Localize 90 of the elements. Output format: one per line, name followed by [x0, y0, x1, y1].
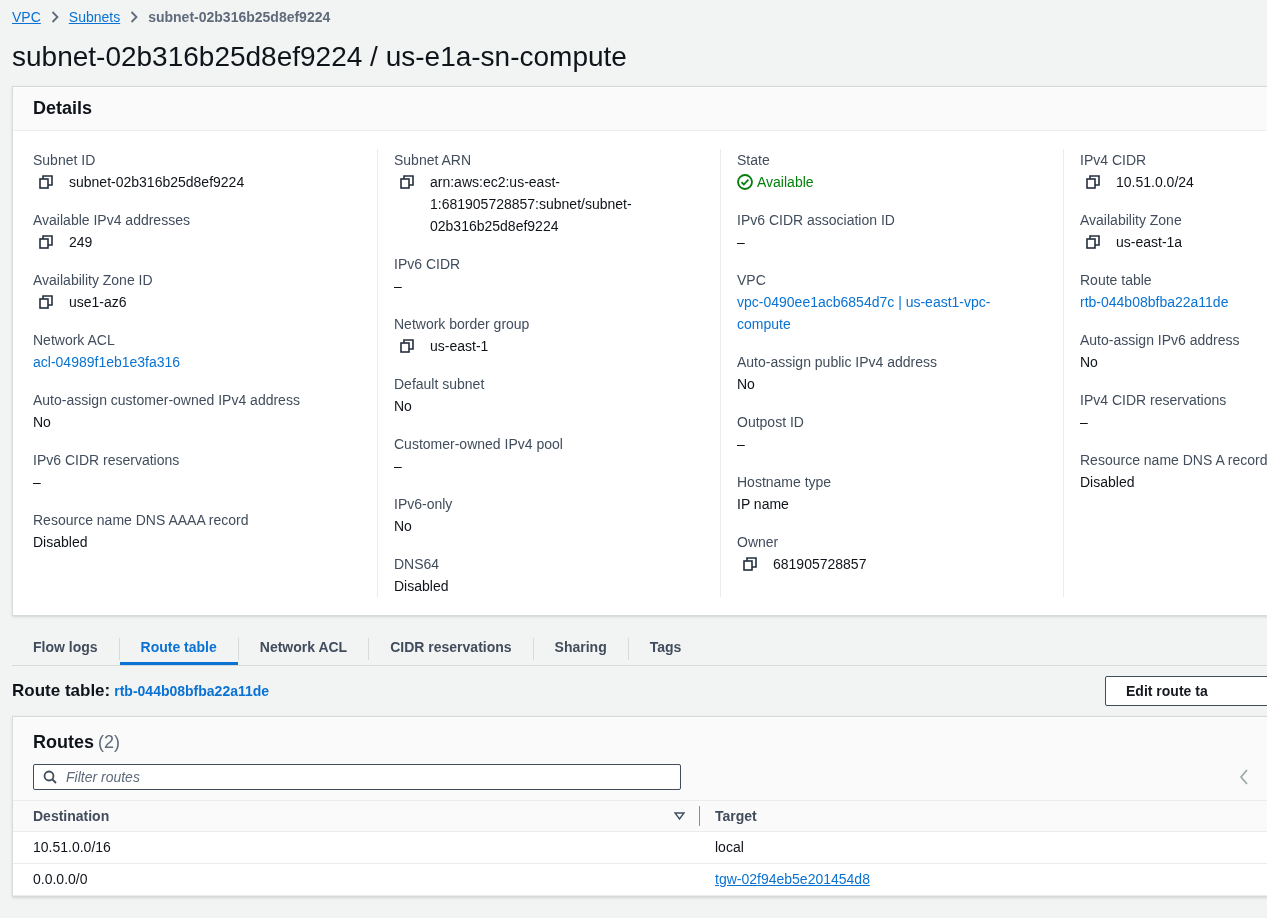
- field-value: No: [394, 397, 413, 416]
- field-value: 249: [69, 233, 94, 252]
- copy-icon[interactable]: [400, 339, 414, 353]
- section-heading: Route table:: [12, 680, 111, 703]
- panel-heading: Details: [33, 97, 93, 120]
- panel-heading: Routes: [33, 731, 94, 754]
- field-label: Resource name DNS A record: [1080, 451, 1267, 470]
- copy-icon[interactable]: [743, 557, 757, 571]
- field-label: Available IPv4 addresses: [33, 211, 191, 230]
- field-value: Disabled: [394, 577, 450, 596]
- field-label: Subnet ID: [33, 151, 97, 170]
- column-header[interactable]: Target: [715, 805, 757, 827]
- target-link[interactable]: tgw-02f94eb5e201454d8: [715, 869, 870, 890]
- field-value: us-east-1a: [1116, 233, 1184, 252]
- search-icon: [43, 770, 57, 784]
- field-value: No: [394, 517, 413, 536]
- tab[interactable]: Network ACL: [238, 633, 369, 665]
- field-label: Resource name DNS AAAA record: [33, 511, 250, 530]
- breadcrumb-link[interactable]: VPC: [12, 6, 41, 28]
- field-label: Route table: [1080, 271, 1153, 290]
- field-link[interactable]: acl-04989f1eb1e3fa316: [33, 351, 298, 373]
- field-label: Auto-assign customer-owned IPv4 address: [33, 391, 301, 410]
- filter-field[interactable]: Filter routes: [33, 764, 681, 790]
- field-label: Network border group: [394, 315, 531, 334]
- field-value: 10.51.0.0/24: [1116, 173, 1195, 192]
- breadcrumb-link[interactable]: Subnets: [68, 6, 121, 28]
- copy-icon[interactable]: [39, 235, 53, 249]
- tab[interactable]: Tags: [628, 633, 703, 665]
- chevron-right-icon: [130, 11, 139, 23]
- field-value: –: [737, 233, 746, 252]
- field-label: Subnet ARN: [394, 151, 473, 170]
- copy-icon[interactable]: [1086, 235, 1100, 249]
- check-circle-icon: [737, 174, 753, 190]
- field-value: use1-az6: [69, 293, 128, 312]
- field-value: No: [1080, 353, 1099, 372]
- page-title: subnet-02b316b25d8ef9224 / us-e1a-sn-compute: [12, 40, 628, 74]
- sort-caret-icon[interactable]: [674, 812, 685, 820]
- field-value: Disabled: [33, 533, 89, 552]
- breadcrumb-current: subnet-02b316b25d8ef9224: [148, 7, 331, 27]
- tab[interactable]: CIDR reservations: [369, 633, 533, 665]
- copy-icon[interactable]: [400, 175, 414, 189]
- field-label: Hostname type: [737, 473, 833, 492]
- tab[interactable]: Sharing: [533, 633, 628, 665]
- field-value: subnet-02b316b25d8ef9224: [69, 173, 246, 192]
- tab[interactable]: Flow logs: [12, 633, 119, 665]
- edit-route-table-button[interactable]: Edit route ta: [1105, 676, 1267, 706]
- table-cell-text: local: [715, 838, 744, 857]
- field-value: –: [394, 457, 403, 476]
- field-value: –: [1080, 413, 1089, 432]
- field-value: arn:aws:ec2:us-east-1:681905728857:subnet/subnet-02b316b25d8ef9224: [430, 173, 633, 236]
- field-value: No: [33, 413, 52, 432]
- chevron-right-icon: [50, 11, 59, 23]
- field-label: Availability Zone ID: [33, 271, 154, 290]
- copy-icon[interactable]: [39, 175, 53, 189]
- field-link[interactable]: rtb-044b08bfba22a11de: [1080, 291, 1267, 313]
- field-value: –: [737, 435, 746, 454]
- field-label: State: [737, 151, 771, 170]
- field-label: Outpost ID: [737, 413, 805, 432]
- field-label: IPv6 CIDR: [394, 255, 462, 274]
- field-value: –: [394, 277, 403, 296]
- table-cell-text: 10.51.0.0/16: [33, 838, 111, 857]
- copy-icon[interactable]: [1086, 175, 1100, 189]
- table-cell-text: 0.0.0.0/0: [33, 870, 88, 889]
- field-link[interactable]: vpc-0490ee1acb6854d7c | us-east1-vpc-compute: [737, 291, 1002, 335]
- tab[interactable]: Route table: [119, 633, 238, 665]
- status-text: Available: [757, 173, 814, 192]
- route-table-link[interactable]: rtb-044b08bfba22a11de: [114, 681, 270, 703]
- copy-icon[interactable]: [39, 295, 53, 309]
- field-label: Auto-assign IPv6 address: [1080, 331, 1241, 350]
- field-label: Network ACL: [33, 331, 116, 350]
- field-label: DNS64: [394, 555, 441, 574]
- column-header[interactable]: Destination: [33, 805, 110, 827]
- field-label: IPv6 CIDR reservations: [33, 451, 181, 470]
- field-label: Availability Zone: [1080, 211, 1183, 230]
- field-label: Customer-owned IPv4 pool: [394, 435, 564, 454]
- field-label: VPC: [737, 271, 767, 290]
- field-value: us-east-1: [430, 337, 490, 356]
- field-label: Default subnet: [394, 375, 486, 394]
- field-label: Owner: [737, 533, 780, 552]
- field-label: IPv6-only: [394, 495, 454, 514]
- route-count: (2): [98, 731, 120, 754]
- field-label: IPv4 CIDR: [1080, 151, 1148, 170]
- field-label: IPv6 CIDR association ID: [737, 211, 896, 230]
- field-label: IPv4 CIDR reservations: [1080, 391, 1228, 410]
- field-value: IP name: [737, 495, 790, 514]
- field-label: Auto-assign public IPv4 address: [737, 353, 938, 372]
- field-value: –: [33, 473, 42, 492]
- field-value: 681905728857: [773, 555, 868, 574]
- field-value: Disabled: [1080, 473, 1136, 492]
- field-value: No: [737, 375, 756, 394]
